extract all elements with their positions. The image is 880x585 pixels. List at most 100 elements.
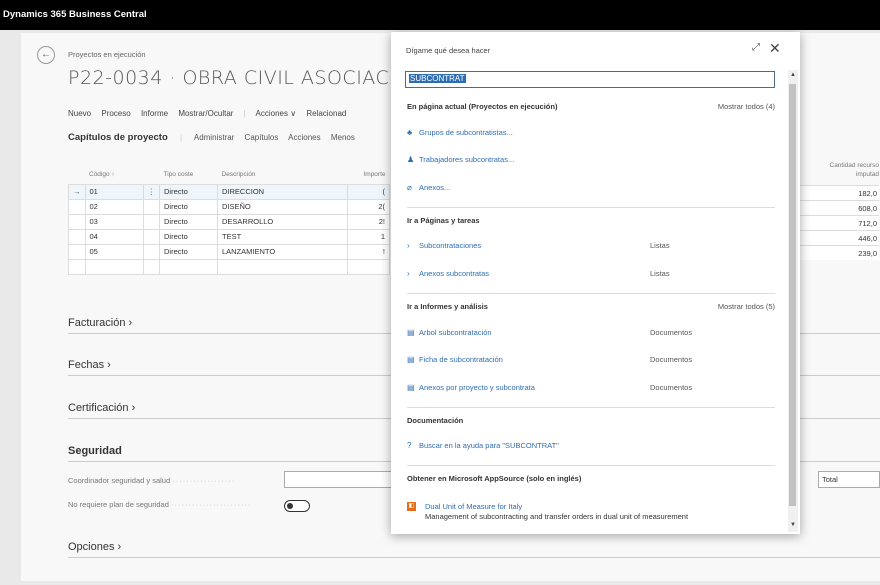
table-row[interactable]: 05 Directo LANZAMIENTO ! xyxy=(68,243,390,260)
scroll-down-icon[interactable]: ▼ xyxy=(790,522,796,528)
show-all-reports-link[interactable]: Mostrar todos (5) xyxy=(718,302,775,311)
subpage-divider: | xyxy=(180,133,183,142)
fasttab-fechas-label: Fechas xyxy=(68,359,105,371)
tell-me-search-input[interactable]: SUBCONTRAT xyxy=(405,71,775,88)
attachment-icon: ⌀ xyxy=(407,183,412,192)
show-all-current-link[interactable]: Mostrar todos (4) xyxy=(718,102,775,111)
menu-divider: | xyxy=(243,109,246,118)
grid-header-cantidad[interactable]: Cantidad recurso imputad xyxy=(793,161,880,179)
table-row-empty[interactable] xyxy=(68,258,390,275)
cell-cantidad[interactable]: 608,0 xyxy=(793,200,879,215)
menu-acciones[interactable]: Acciones ∨ xyxy=(256,109,297,118)
chevron-right-icon: › xyxy=(131,402,136,414)
result-ficha-subcontratacion[interactable]: ▤ Ficha de subcontratación Documentos xyxy=(407,355,775,364)
field-label-coordinador: Coordinador seguridad y salud ··········… xyxy=(68,476,235,485)
app-title[interactable]: Dynamics 365 Business Central xyxy=(3,9,147,20)
subpage-action-administrar[interactable]: Administrar xyxy=(194,133,234,142)
chevron-right-icon: › xyxy=(128,317,133,329)
row-menu-cell xyxy=(142,213,160,230)
cell-cantidad[interactable]: 712,0 xyxy=(793,215,879,230)
result-label: Anexos... xyxy=(419,183,451,192)
search-selected-text: SUBCONTRAT xyxy=(409,74,466,83)
cell-type[interactable]: Directo xyxy=(159,243,218,260)
cell-code[interactable]: 01 xyxy=(84,183,144,200)
cell-desc[interactable]: TEST xyxy=(217,228,348,245)
grid-header-cantidad-line2: imputad xyxy=(855,171,879,178)
cell-importe[interactable]: 2! xyxy=(347,213,390,230)
table-row[interactable]: → 01 ⋮ Directo DIRECCION ( xyxy=(68,183,390,200)
app-logo-icon: ◧ xyxy=(407,502,416,511)
row-menu-cell xyxy=(142,228,160,245)
cell-code[interactable]: 02 xyxy=(84,198,144,215)
result-help-search[interactable]: ? Buscar en la ayuda para "SUBCONTRAT" xyxy=(407,441,775,450)
cell-importe[interactable]: ( xyxy=(347,183,390,200)
row-selector xyxy=(68,198,86,215)
menu-nuevo[interactable]: Nuevo xyxy=(68,109,91,118)
result-trabajadores-subcontratas[interactable]: ♟ Trabajadores subcontratas... xyxy=(407,155,775,164)
result-label: Subcontrataciones xyxy=(419,241,482,250)
subpage-action-menos[interactable]: Menos xyxy=(331,133,355,142)
cell-desc[interactable]: DIRECCION xyxy=(217,183,348,200)
fasttab-seguridad-label: Seguridad xyxy=(68,445,122,457)
menu-proceso[interactable]: Proceso xyxy=(101,109,130,118)
back-button[interactable]: ← xyxy=(37,46,55,64)
grid-header-selector xyxy=(69,166,86,184)
cell-importe[interactable]: 2( xyxy=(347,198,390,215)
grid-header-type[interactable]: Tipo coste xyxy=(160,166,218,184)
total-field[interactable]: Total xyxy=(818,471,880,488)
divider xyxy=(407,293,775,294)
result-anexos-por-proyecto[interactable]: ▤ Anexos por proyecto y subcontrata Docume… xyxy=(407,383,775,392)
menu-informe[interactable]: Informe xyxy=(141,109,168,118)
close-icon[interactable]: ✕ xyxy=(769,40,781,57)
result-subcontrataciones[interactable]: › Subcontrataciones Listas xyxy=(407,241,775,250)
menu-mostrar-ocultar[interactable]: Mostrar/Ocultar xyxy=(178,109,233,118)
result-arbol-subcontratacion[interactable]: ▤ Arbol subcontratación Documentos xyxy=(407,328,775,337)
cell-importe[interactable]: ! xyxy=(347,243,390,260)
result-anexos[interactable]: ⌀ Anexos... xyxy=(407,183,775,192)
row-current-indicator: → xyxy=(68,183,86,200)
panel-scrollbar[interactable]: ▲ ▼ xyxy=(788,70,798,532)
cell-desc[interactable]: DESARROLLO xyxy=(217,213,348,230)
result-grupos-subcontratistas[interactable]: ♣ Grupos de subcontratistas... xyxy=(407,128,775,137)
cell-desc[interactable]: LANZAMIENTO xyxy=(217,243,348,260)
subpage-action-acciones[interactable]: Acciones xyxy=(288,133,320,142)
cell-code[interactable]: 05 xyxy=(84,243,144,260)
expand-icon[interactable]: ⤢ xyxy=(752,42,760,53)
subpage-actionbar: Capítulos de proyecto | Administrar Capí… xyxy=(68,132,363,143)
grid-header-importe[interactable]: Importe xyxy=(348,166,390,184)
cell-code[interactable]: 03 xyxy=(84,213,144,230)
scroll-thumb[interactable] xyxy=(789,84,796,506)
result-label: Anexos por proyecto y subcontrata xyxy=(419,383,535,392)
cell-type[interactable]: Directo xyxy=(159,198,218,215)
divider xyxy=(407,207,775,208)
grid-header-desc[interactable]: Descripción xyxy=(218,166,348,184)
row-menu-cell xyxy=(142,198,160,215)
leader-dots: ······················· xyxy=(171,500,252,509)
result-anexos-subcontratas[interactable]: › Anexos subcontratas Listas xyxy=(407,269,775,278)
cell-type[interactable]: Directo xyxy=(159,228,218,245)
coordinador-field[interactable] xyxy=(284,471,394,488)
cell-type[interactable]: Directo xyxy=(159,213,218,230)
menu-relacionado[interactable]: Relacionad xyxy=(306,109,346,118)
subpage-action-capitulos[interactable]: Capítulos xyxy=(245,133,279,142)
result-category: Documentos xyxy=(650,383,693,392)
cell-cantidad[interactable]: 239,0 xyxy=(793,245,879,260)
cell-cantidad[interactable]: 182,0 xyxy=(793,185,879,200)
cell-desc[interactable]: DISEÑO xyxy=(217,198,348,215)
scroll-up-icon[interactable]: ▲ xyxy=(790,72,796,78)
table-row[interactable]: 04 Directo TEST 1 xyxy=(68,228,390,245)
cell-importe[interactable]: 1 xyxy=(347,228,390,245)
cell-type[interactable]: Directo xyxy=(159,183,218,200)
no-requiere-toggle[interactable] xyxy=(284,500,310,512)
help-icon: ? xyxy=(407,441,412,450)
cell-cantidad[interactable]: 446,0 xyxy=(793,230,879,245)
table-row[interactable]: 02 Directo DISEÑO 2( xyxy=(68,198,390,215)
grid-header-code[interactable]: Código ↑ xyxy=(85,166,143,184)
fasttab-opciones[interactable]: Opciones › xyxy=(68,541,880,558)
section-documentation: Documentación xyxy=(407,416,775,425)
fasttab-certificacion-label: Certificación xyxy=(68,402,129,414)
row-menu-icon[interactable]: ⋮ xyxy=(142,183,160,200)
cell-code[interactable]: 04 xyxy=(84,228,144,245)
result-category: Listas xyxy=(650,241,670,250)
table-row[interactable]: 03 Directo DESARROLLO 2! xyxy=(68,213,390,230)
